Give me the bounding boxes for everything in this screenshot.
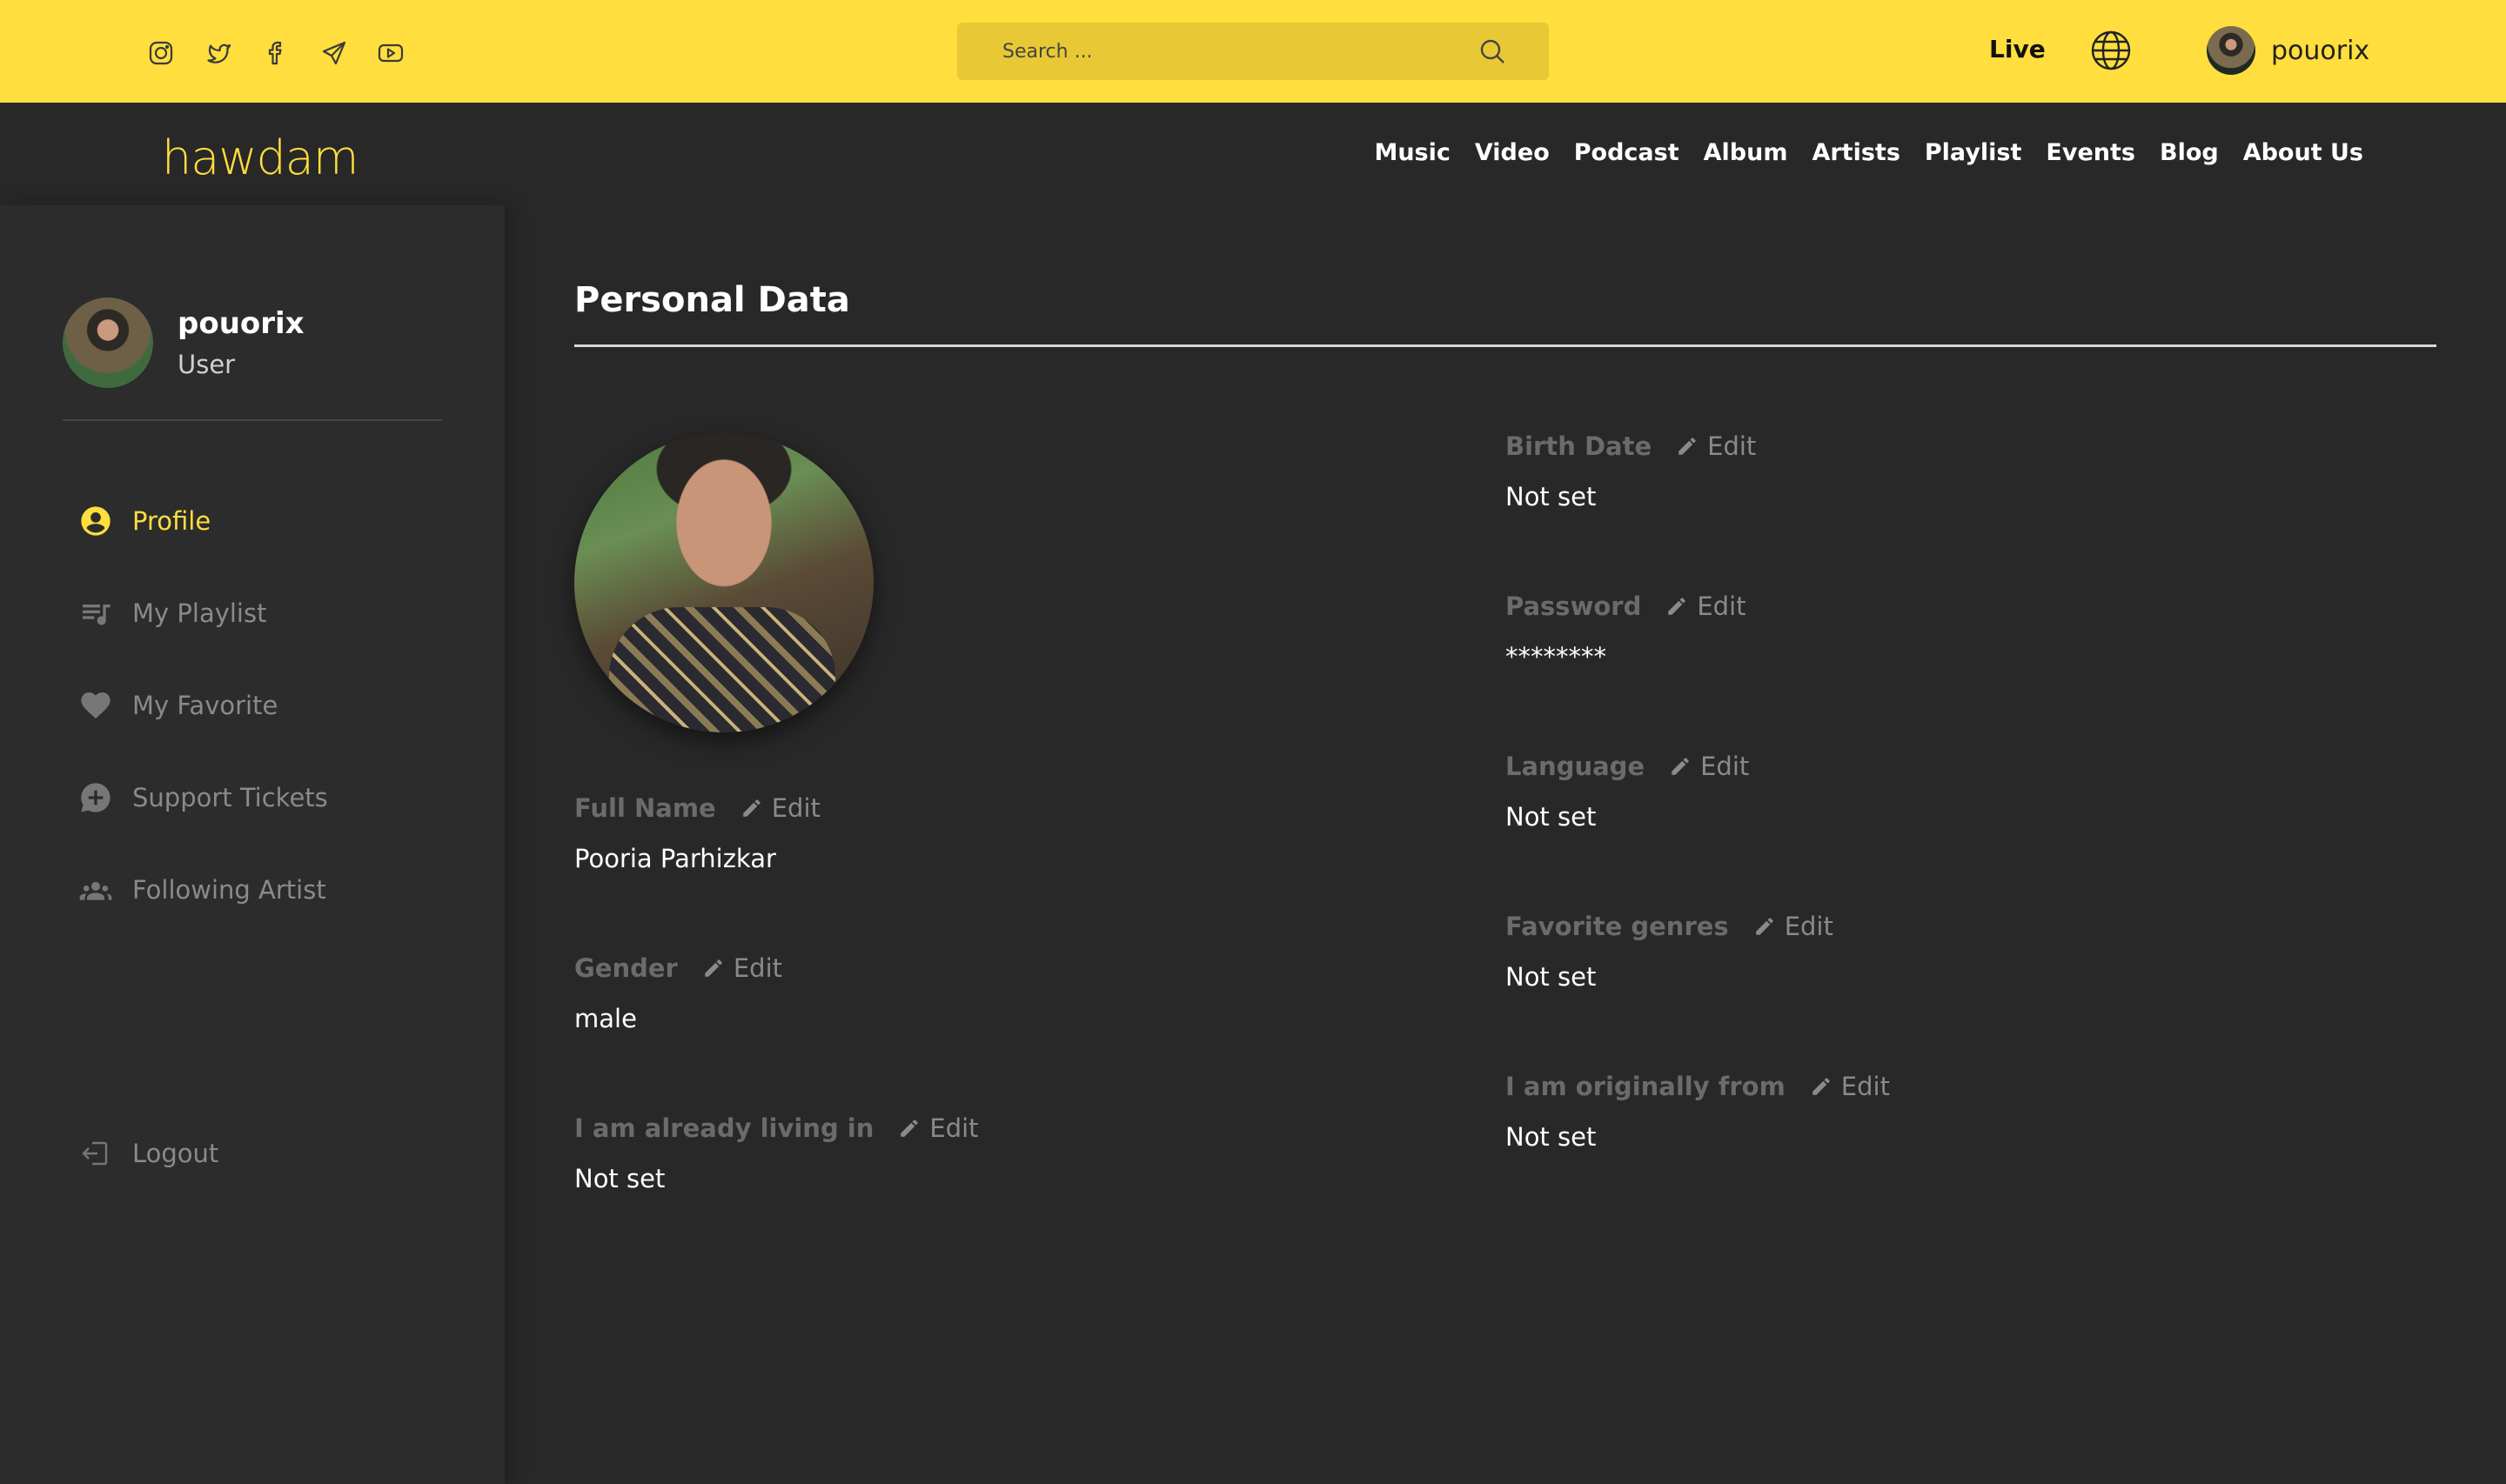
user-menu[interactable]: pouorix	[2207, 26, 2369, 75]
field-label: Favorite genres	[1505, 912, 1729, 941]
edit-birth-date-button[interactable]: Edit	[1676, 431, 1756, 461]
field-value: male	[574, 1004, 637, 1033]
edit-living-in-button[interactable]: Edit	[898, 1113, 979, 1143]
edit-originally-from-button[interactable]: Edit	[1810, 1072, 1890, 1101]
field-full-name: Full Name Edit Pooria Parhizkar	[574, 793, 821, 873]
telegram-icon[interactable]	[313, 38, 353, 68]
field-label: Password	[1505, 592, 1642, 621]
pencil-icon	[742, 799, 761, 817]
field-value: ********	[1505, 642, 1606, 672]
logout-button[interactable]: Logout	[78, 1136, 218, 1171]
sidebar: pouorix User Profile My Playlist My Favo…	[0, 205, 505, 1484]
field-originally-from: I am originally from Edit Not set	[1505, 1072, 1890, 1152]
edit-language-button[interactable]: Edit	[1669, 752, 1749, 781]
sidebar-item-profile[interactable]: Profile	[78, 475, 328, 567]
sidebar-user: pouorix User	[63, 297, 305, 388]
avatar	[63, 297, 153, 388]
search-input[interactable]	[957, 23, 1549, 80]
page-title: Personal Data	[574, 280, 850, 320]
logout-icon	[82, 1141, 108, 1166]
field-label: I am originally from	[1505, 1072, 1786, 1101]
pencil-icon	[1755, 918, 1773, 935]
field-password: Password Edit ********	[1505, 592, 1746, 672]
nav-blog[interactable]: Blog	[2160, 139, 2219, 166]
field-label: Language	[1505, 752, 1645, 781]
live-link[interactable]: Live	[1989, 35, 2046, 64]
heart-icon	[81, 692, 111, 719]
profile-icon	[81, 506, 111, 536]
sidebar-item-label: Following Artist	[132, 875, 326, 905]
field-label: I am already living in	[574, 1113, 874, 1143]
field-label: Gender	[574, 953, 678, 983]
field-value: Not set	[1505, 802, 1597, 832]
field-value: Pooria Parhizkar	[574, 844, 776, 873]
field-value: Not set	[1505, 962, 1597, 992]
main-nav: Music Video Podcast Album Artists Playli…	[1374, 139, 2363, 166]
sidebar-item-label: Profile	[132, 506, 211, 536]
sidebar-item-label: My Playlist	[132, 598, 267, 628]
nav-artists[interactable]: Artists	[1812, 139, 1900, 166]
edit-full-name-button[interactable]: Edit	[740, 793, 821, 823]
sidebar-item-support-tickets[interactable]: Support Tickets	[78, 752, 328, 844]
field-living-in: I am already living in Edit Not set	[574, 1113, 979, 1193]
field-birth-date: Birth Date Edit Not set	[1505, 431, 1756, 511]
social-links	[141, 38, 411, 68]
nav-bar: hawdam Music Video Podcast Album Artists…	[0, 103, 2506, 205]
field-value: Not set	[1505, 1122, 1597, 1152]
search-box	[957, 23, 1549, 80]
youtube-icon[interactable]	[371, 38, 411, 68]
sidebar-username: pouorix	[178, 306, 305, 341]
edit-password-button[interactable]: Edit	[1665, 592, 1746, 621]
support-icon	[81, 783, 111, 812]
playlist-icon	[83, 605, 111, 625]
divider	[63, 419, 442, 421]
nav-events[interactable]: Events	[2046, 139, 2135, 166]
field-gender: Gender Edit male	[574, 953, 782, 1033]
nav-video[interactable]: Video	[1475, 139, 1550, 166]
top-bar: Live pouorix	[0, 0, 2506, 103]
divider	[574, 344, 2436, 347]
pencil-icon	[1678, 438, 1696, 455]
nav-music[interactable]: Music	[1374, 139, 1450, 166]
pencil-icon	[1672, 758, 1689, 775]
instagram-icon[interactable]	[141, 38, 181, 68]
field-favorite-genres: Favorite genres Edit Not set	[1505, 912, 1833, 992]
field-label: Birth Date	[1505, 431, 1652, 461]
field-value: Not set	[1505, 482, 1597, 511]
profile-photo[interactable]	[574, 433, 874, 732]
field-value: Not set	[574, 1164, 666, 1193]
edit-favorite-genres-button[interactable]: Edit	[1753, 912, 1833, 941]
logout-label: Logout	[132, 1139, 219, 1168]
sidebar-item-my-favorite[interactable]: My Favorite	[78, 659, 328, 752]
twitter-icon[interactable]	[198, 38, 238, 68]
pencil-icon	[1812, 1078, 1830, 1095]
field-language: Language Edit Not set	[1505, 752, 1749, 832]
nav-about-us[interactable]: About Us	[2243, 139, 2363, 166]
pencil-icon	[901, 1120, 919, 1137]
pencil-icon	[705, 959, 722, 977]
sidebar-item-label: My Favorite	[132, 691, 278, 720]
sidebar-item-label: Support Tickets	[132, 783, 328, 812]
sidebar-menu: Profile My Playlist My Favorite Support …	[78, 475, 328, 936]
search-icon[interactable]	[1477, 37, 1507, 66]
sidebar-role: User	[178, 350, 236, 379]
nav-playlist[interactable]: Playlist	[1925, 139, 2022, 166]
avatar	[2207, 26, 2255, 75]
pencil-icon	[1668, 598, 1686, 615]
sidebar-item-my-playlist[interactable]: My Playlist	[78, 567, 328, 659]
username: pouorix	[2271, 35, 2370, 66]
nav-album[interactable]: Album	[1704, 139, 1788, 166]
sidebar-item-following-artist[interactable]: Following Artist	[78, 844, 328, 936]
group-icon	[79, 881, 112, 900]
nav-podcast[interactable]: Podcast	[1574, 139, 1679, 166]
facebook-icon[interactable]	[256, 38, 296, 68]
edit-gender-button[interactable]: Edit	[702, 953, 782, 983]
logo[interactable]: hawdam	[162, 130, 358, 185]
field-label: Full Name	[574, 793, 716, 823]
globe-icon[interactable]	[2088, 28, 2134, 73]
